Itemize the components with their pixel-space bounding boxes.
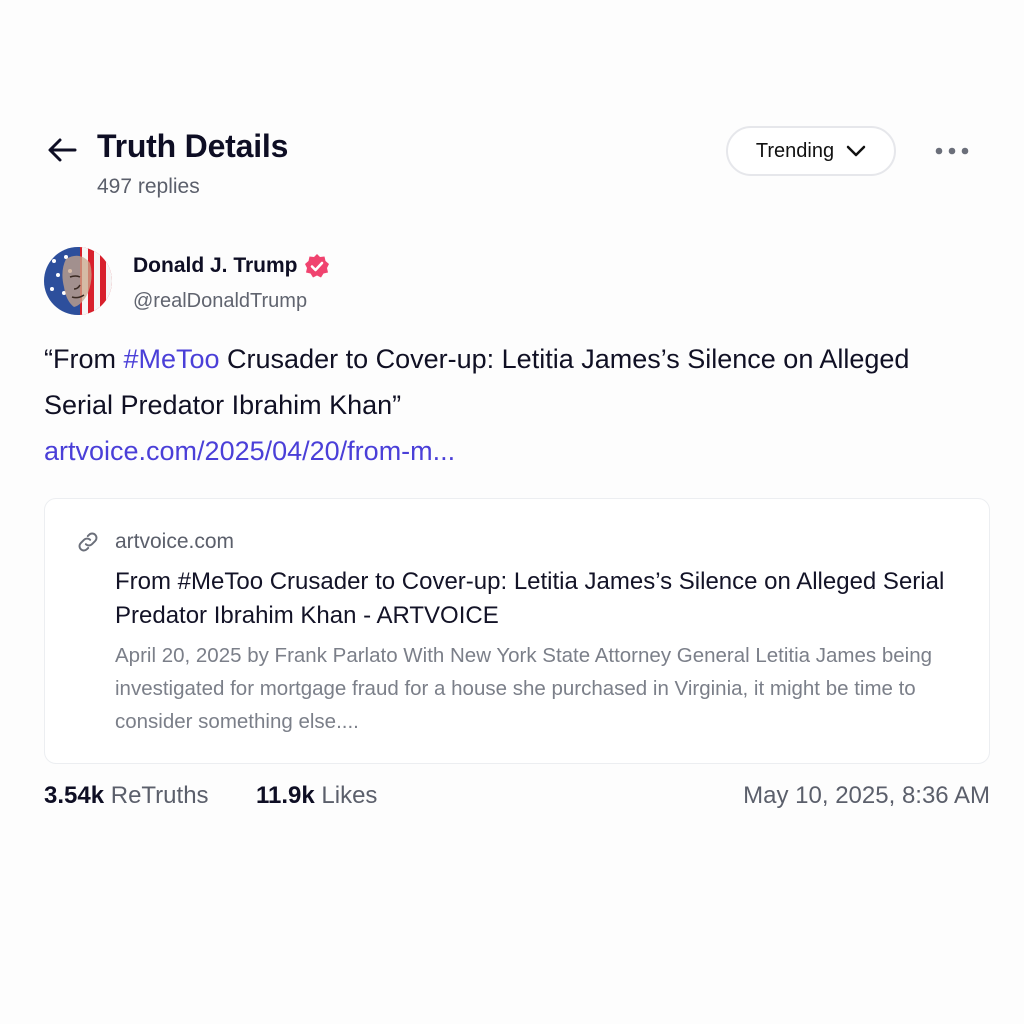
more-horizontal-icon [935, 147, 969, 155]
post-timestamp: May 10, 2025, 8:36 AM [743, 782, 990, 809]
author-name-row[interactable]: Donald J. Trump [133, 253, 330, 279]
author-handle[interactable]: @realDonaldTrump [133, 290, 307, 313]
avatar-image [44, 247, 112, 315]
retruths-label: ReTruths [110, 782, 209, 809]
card-description: April 20, 2025 by Frank Parlato With New… [115, 644, 933, 733]
post-text-start: “From [44, 344, 124, 374]
retruths-stat[interactable]: 3.54k ReTruths [44, 782, 209, 810]
replies-count: 497 replies [97, 175, 200, 198]
likes-label: Likes [321, 782, 378, 809]
sort-label: Trending [755, 139, 835, 162]
arrow-left-icon [48, 138, 77, 162]
post-body: “From #MeToo Crusader to Cover-up: Letit… [44, 336, 984, 474]
post-author: Donald J. Trump @realDonaldTrump [44, 247, 644, 319]
likes-stat[interactable]: 11.9k Likes [256, 782, 377, 810]
likes-count: 11.9k [256, 782, 315, 809]
link-preview-card[interactable]: artvoice.com From #MeToo Crusader to Cov… [44, 498, 990, 764]
page-header: Truth Details 497 replies Trending [44, 124, 984, 204]
post-stats: 3.54k ReTruths 11.9k Likes May 10, 2025,… [44, 782, 990, 816]
retruths-count: 3.54k [44, 782, 105, 809]
author-name: Donald J. Trump [133, 254, 298, 277]
page-title: Truth Details [97, 128, 289, 164]
link-icon [78, 532, 98, 552]
sort-dropdown[interactable]: Trending [726, 126, 896, 176]
post-url-link[interactable]: artvoice.com/2025/04/20/from-m... [44, 428, 984, 474]
verified-badge-icon [304, 254, 329, 278]
more-options-button[interactable] [932, 138, 972, 164]
back-button[interactable] [44, 132, 80, 168]
card-title: From #MeToo Crusader to Cover-up: Letiti… [115, 568, 945, 629]
hashtag-link[interactable]: #MeToo [123, 344, 219, 374]
card-domain: artvoice.com [115, 530, 235, 553]
chevron-down-icon [846, 145, 866, 157]
avatar[interactable] [44, 247, 112, 315]
card-domain-row: artvoice.com [75, 529, 234, 555]
